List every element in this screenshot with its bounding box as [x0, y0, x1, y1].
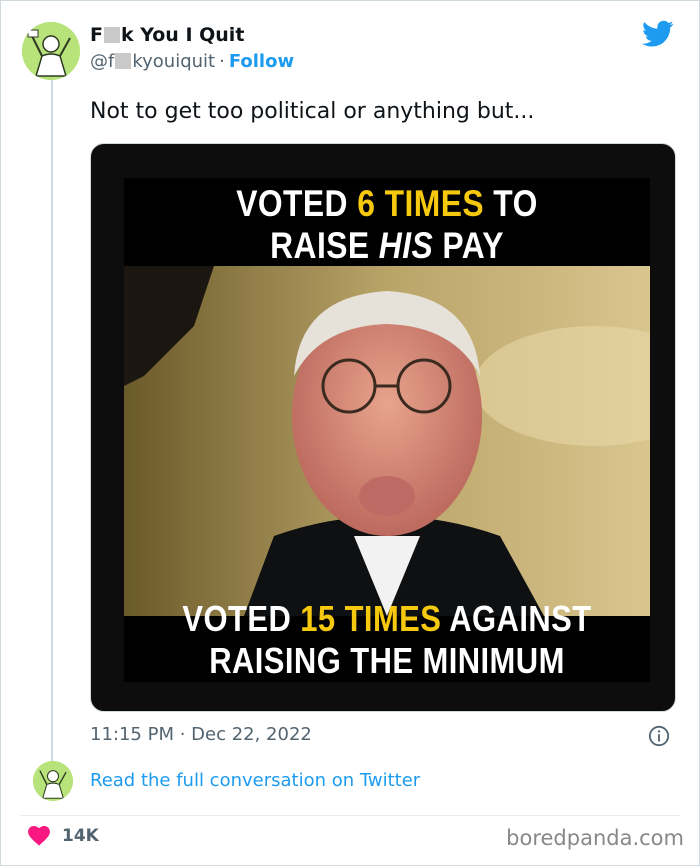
tweet-media[interactable]: VOTED 6 TIMES TO RAISE HIS PAY VOTED 15 … — [90, 143, 676, 712]
like-count: 14K — [62, 826, 99, 846]
follow-button[interactable]: Follow — [229, 51, 294, 72]
author-handle-row: @f kyouiquit · Follow — [90, 51, 294, 72]
separator-dot: · — [219, 51, 225, 72]
meme-photo — [124, 266, 650, 616]
tweet-timestamp[interactable]: 11:15 PM · Dec 22, 2022 — [90, 724, 312, 745]
conversation-avatar[interactable] — [33, 761, 73, 801]
redaction-block — [103, 27, 120, 43]
divider — [20, 815, 680, 816]
redaction-block — [115, 53, 132, 69]
author-handle[interactable]: @f kyouiquit — [90, 51, 215, 72]
author-name[interactable]: Fk You I Quit — [90, 24, 244, 46]
meme-caption-line2: RAISE HIS PAY — [270, 225, 504, 266]
meme-caption-line1: VOTED 6 TIMES TO — [236, 183, 538, 224]
meme-caption-line4: RAISING THE MINIMUM WAGE. — [209, 640, 565, 681]
heart-icon[interactable] — [28, 826, 50, 846]
watermark: boredpanda.com — [506, 826, 684, 850]
read-conversation-link[interactable]: Read the full conversation on Twitter — [90, 770, 420, 791]
meme-image: VOTED 6 TIMES TO RAISE HIS PAY VOTED 15 … — [124, 178, 650, 682]
author-avatar[interactable] — [22, 22, 80, 80]
meme-caption-line3: VOTED 15 TIMES AGAINST — [182, 598, 592, 639]
info-icon[interactable] — [648, 725, 670, 747]
tweet-text: Not to get too political or anything but… — [90, 99, 535, 124]
twitter-bird-icon[interactable] — [642, 20, 674, 48]
thread-line — [51, 80, 53, 770]
